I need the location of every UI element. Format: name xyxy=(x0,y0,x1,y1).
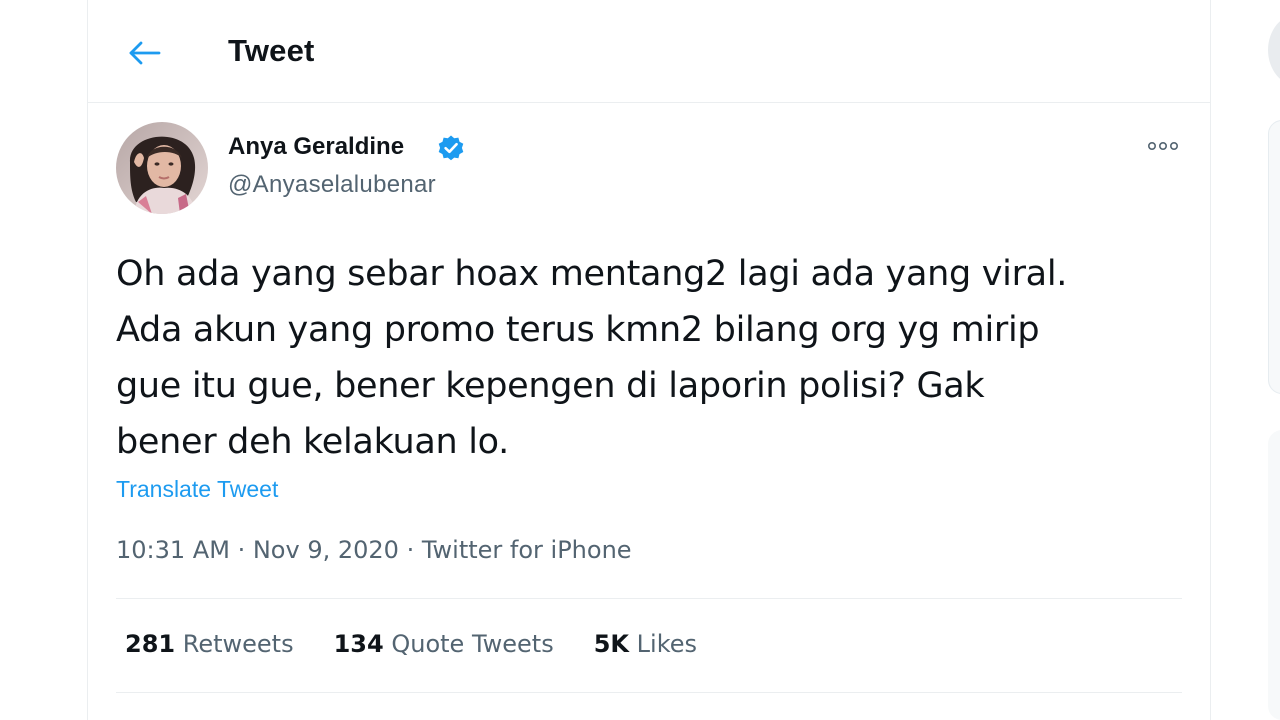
author-display-name[interactable]: Anya Geraldine xyxy=(228,133,404,161)
verified-badge-icon xyxy=(438,135,464,161)
right-sidebar-card-secondary xyxy=(1268,430,1280,720)
quote-tweets-stat[interactable]: 134 Quote Tweets xyxy=(334,630,554,658)
column-border-left xyxy=(87,0,88,720)
retweets-label: Retweets xyxy=(182,630,294,658)
quote-tweets-count: 134 xyxy=(333,630,384,658)
more-horizontal-icon xyxy=(1147,141,1178,151)
likes-label: Likes xyxy=(636,630,698,658)
tweet-stats: 281 Retweets 134 Quote Tweets 5K Likes xyxy=(125,630,697,658)
tweet-source[interactable]: Twitter for iPhone xyxy=(422,536,632,564)
retweets-stat[interactable]: 281 Retweets xyxy=(125,630,294,658)
more-options-button[interactable] xyxy=(1138,128,1188,164)
meta-separator: · xyxy=(237,536,246,564)
page-title: Tweet xyxy=(228,33,315,68)
avatar[interactable] xyxy=(116,122,208,214)
meta-separator: · xyxy=(406,536,415,564)
arrow-left-icon xyxy=(129,41,161,65)
tweet-metadata: 10:31 AM · Nov 9, 2020 · Twitter for iPh… xyxy=(116,536,632,564)
retweets-count: 281 xyxy=(125,630,176,658)
tweet-date[interactable]: Nov 9, 2020 xyxy=(253,536,399,564)
tweet-time[interactable]: 10:31 AM xyxy=(116,536,230,564)
translate-tweet-link[interactable]: Translate Tweet xyxy=(116,476,278,503)
divider xyxy=(116,598,1182,599)
likes-count: 5K xyxy=(593,630,630,658)
divider xyxy=(116,692,1182,693)
right-sidebar-card xyxy=(1268,120,1280,394)
quote-tweets-label: Quote Tweets xyxy=(391,630,554,658)
left-sidebar xyxy=(0,0,87,720)
back-button[interactable] xyxy=(120,30,170,76)
likes-stat[interactable]: 5K Likes xyxy=(594,630,697,658)
tweet-page: Tweet Anya Geraldine @Anyaselalubenar Oh… xyxy=(0,0,1280,720)
author-handle[interactable]: @Anyaselalubenar xyxy=(228,171,436,199)
tweet-text: Oh ada yang sebar hoax mentang2 lagi ada… xyxy=(116,254,1068,462)
